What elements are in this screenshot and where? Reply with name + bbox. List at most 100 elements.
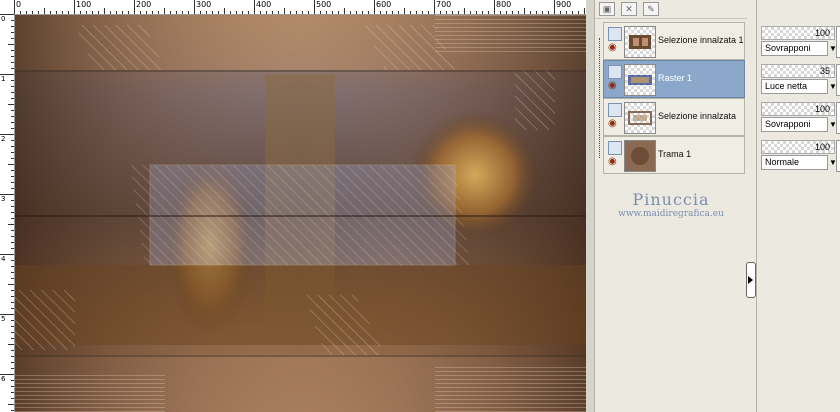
- ruler-tick: [44, 8, 45, 14]
- ruler-corner: [0, 0, 15, 15]
- ruler-tick: [20, 11, 21, 14]
- vertical-ruler: 0 1 2 3 4 5 6: [0, 14, 15, 412]
- ruler-tick: [11, 122, 14, 123]
- ruler-tick: [11, 326, 14, 327]
- ruler-tick: [8, 164, 14, 165]
- opacity-value: 100: [814, 104, 830, 114]
- panel-splitter-handle[interactable]: [746, 262, 756, 298]
- delete-layer-icon[interactable]: ✕: [621, 2, 637, 16]
- ruler-tick: [38, 11, 39, 14]
- ruler-tick: [446, 11, 447, 14]
- ruler-tick: [68, 11, 69, 14]
- ruler-tick: [380, 11, 381, 14]
- ruler-tick: [332, 11, 333, 14]
- opacity-slider[interactable]: 100: [761, 26, 835, 40]
- blend-mode-select[interactable]: Sovrapponi: [761, 117, 828, 132]
- opacity-slider[interactable]: 35: [761, 64, 835, 78]
- ruler-tick: [170, 11, 171, 14]
- ruler-tick: [11, 278, 14, 279]
- layer-row-trama-1[interactable]: ◉ Trama 1: [603, 136, 745, 174]
- ruler-tick: [11, 350, 14, 351]
- ruler-tick: [182, 11, 183, 14]
- layer-visibility-icon[interactable]: [608, 27, 622, 41]
- properties-icon[interactable]: ✎: [643, 2, 659, 16]
- eye-icon[interactable]: ◉: [608, 157, 620, 167]
- ruler-tick: [410, 11, 411, 14]
- ruler-tick: [536, 11, 537, 14]
- ruler-tick: [302, 11, 303, 14]
- ruler-tick: [548, 11, 549, 14]
- blend-mode-select[interactable]: Normale: [761, 155, 828, 170]
- ruler-tick: [482, 11, 483, 14]
- ruler-tick: [8, 44, 14, 45]
- ruler-tick: [434, 0, 435, 14]
- layer-visibility-icon[interactable]: [608, 103, 622, 117]
- eye-icon[interactable]: ◉: [608, 81, 620, 91]
- layer-properties-row: 100 Normale ▼: [759, 138, 840, 174]
- lock-icon[interactable]: [836, 140, 840, 172]
- layer-name: Selezione innalzata 1: [658, 35, 744, 45]
- ruler-tick: [320, 11, 321, 14]
- ruler-label: 700: [436, 0, 452, 9]
- ruler-tick: [566, 11, 567, 14]
- ruler-tick: [218, 11, 219, 14]
- lock-icon[interactable]: [836, 26, 840, 58]
- ruler-tick: [524, 8, 525, 14]
- ruler-tick: [116, 11, 117, 14]
- new-layer-icon[interactable]: ▣: [599, 2, 615, 16]
- watermark: Pinuccia www.maidiregrafica.eu: [595, 190, 747, 219]
- layer-properties-row: 100 Sovrapponi ▼: [759, 100, 840, 136]
- ruler-label: 6: [1, 375, 6, 383]
- ruler-tick: [440, 11, 441, 14]
- layer-properties-row: 100 Sovrapponi ▼: [759, 24, 840, 60]
- ruler-tick: [254, 0, 255, 14]
- ruler-tick: [560, 11, 561, 14]
- ruler-tick: [11, 332, 14, 333]
- ruler-tick: [11, 296, 14, 297]
- ruler-tick: [11, 92, 14, 93]
- ruler-tick: [194, 0, 195, 14]
- ruler-tick: [308, 11, 309, 14]
- ruler-tick: [11, 80, 14, 81]
- ruler-tick: [11, 116, 14, 117]
- layer-row-raster-1[interactable]: ◉ Raster 1: [603, 60, 745, 98]
- opacity-slider[interactable]: 100: [761, 102, 835, 116]
- layer-thumbnail: [624, 140, 656, 172]
- ruler-tick: [110, 11, 111, 14]
- lock-icon[interactable]: [836, 64, 840, 96]
- image-canvas[interactable]: [15, 15, 586, 412]
- lock-icon[interactable]: [836, 102, 840, 134]
- blend-mode-select[interactable]: Luce netta: [761, 79, 828, 94]
- ruler-tick: [242, 11, 243, 14]
- horizontal-ruler: 0 100 200 300 400 500 600 700 800 900: [14, 0, 586, 15]
- ruler-tick: [11, 308, 14, 309]
- ruler-tick: [11, 248, 14, 249]
- ruler-tick: [8, 344, 14, 345]
- ruler-label: 4: [1, 255, 6, 263]
- ruler-tick: [278, 11, 279, 14]
- opacity-slider[interactable]: 100: [761, 140, 835, 154]
- ruler-tick: [32, 11, 33, 14]
- ruler-tick: [368, 11, 369, 14]
- ruler-tick: [11, 290, 14, 291]
- layers-toolbar: ▣ ✕ ✎: [595, 0, 747, 19]
- ruler-tick: [404, 8, 405, 14]
- layer-row-selezione-innalzata[interactable]: ◉ Selezione innalzata: [603, 98, 745, 136]
- ruler-tick: [230, 11, 231, 14]
- ruler-label: 800: [496, 0, 512, 9]
- ruler-tick: [11, 182, 14, 183]
- layer-row-selezione-innalzata-1[interactable]: ◉ Selezione innalzata 1: [603, 22, 745, 60]
- ruler-tick: [11, 152, 14, 153]
- layer-thumbnail: [624, 64, 656, 96]
- layer-visibility-icon[interactable]: [608, 141, 622, 155]
- ruler-tick: [266, 11, 267, 14]
- eye-icon[interactable]: ◉: [608, 119, 620, 129]
- ruler-tick: [11, 380, 14, 381]
- blend-mode-select[interactable]: Sovrapponi: [761, 41, 828, 56]
- eye-icon[interactable]: ◉: [608, 43, 620, 53]
- ruler-tick: [26, 11, 27, 14]
- ruler-label: 1: [1, 75, 6, 83]
- ruler-tick: [11, 38, 14, 39]
- layer-visibility-icon[interactable]: [608, 65, 622, 79]
- ruler-tick: [122, 11, 123, 14]
